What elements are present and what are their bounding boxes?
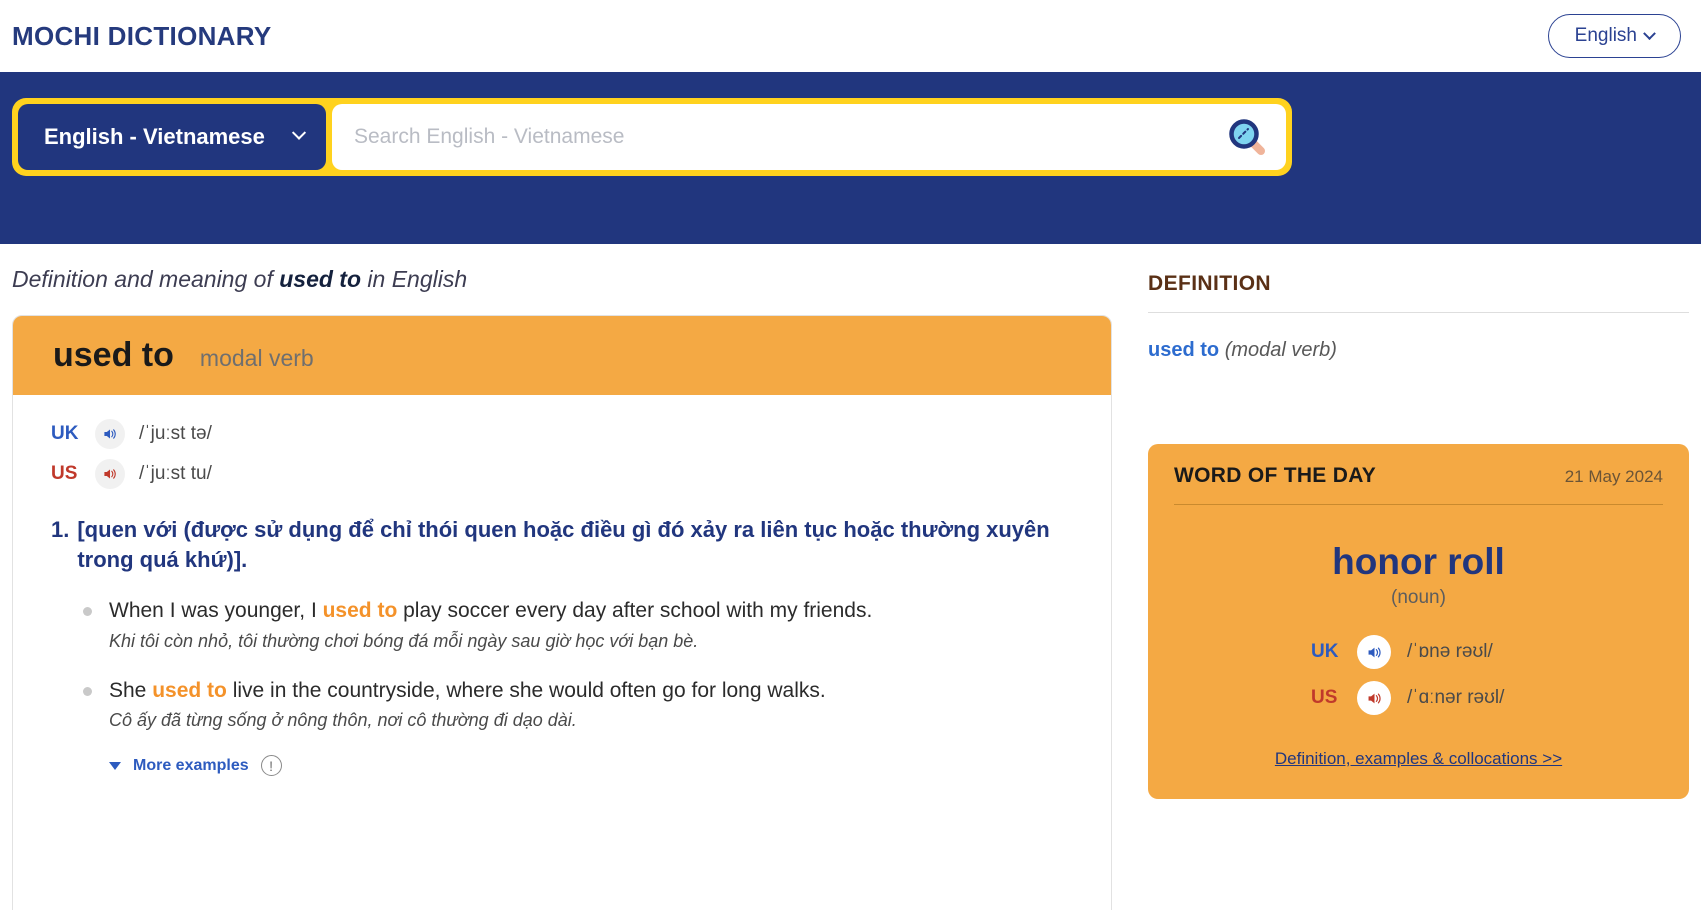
top-bar: MOCHI DICTIONARY English <box>0 0 1701 72</box>
word-entry-card: used to modal verb UK /ˈjuːst tə/ US /ˈj… <box>12 315 1112 910</box>
dictionary-pair-label: English - Vietnamese <box>44 124 265 149</box>
triangle-down-icon <box>109 761 121 770</box>
search-icon[interactable] <box>1226 116 1268 158</box>
pronunciation-region-us: US <box>1311 687 1338 708</box>
subtitle-suffix: in English <box>361 266 468 292</box>
word-entry-body: UK /ˈjuːst tə/ US /ˈjuːst tu/ 1. [quen v… <box>13 395 1111 800</box>
pronunciation-row-uk: UK /ˈɒnə rəʊl/ <box>1311 635 1526 669</box>
page-subtitle: Definition and meaning of used to in Eng… <box>12 266 1112 293</box>
main-content: Definition and meaning of used to in Eng… <box>0 244 1701 910</box>
entry-part-of-speech: modal verb <box>199 345 314 371</box>
example-item: She used to live in the countryside, whe… <box>83 676 1073 731</box>
pronunciation-row-us: US /ˈjuːst tu/ <box>51 459 1073 489</box>
subtitle-word: used to <box>279 266 362 292</box>
example-sentence-en: When I was younger, I used to play socce… <box>109 596 1073 625</box>
example-text: When I was younger, I <box>109 599 323 623</box>
example-sentence-vi: Khi tôi còn nhỏ, tôi thường chơi bóng đá… <box>109 630 699 651</box>
word-of-the-day-header: WORD OF THE DAY 21 May 2024 <box>1174 464 1663 505</box>
pronunciation-row-us: US /ˈɑːnər rəʊl/ <box>1311 681 1526 715</box>
word-of-the-day-title: WORD OF THE DAY <box>1174 464 1377 487</box>
subtitle-prefix: Definition and meaning of <box>12 266 280 292</box>
word-entry-header: used to modal verb <box>13 316 1111 395</box>
divider <box>1148 312 1689 313</box>
definition-entry-link[interactable]: used to (modal verb) <box>1148 339 1689 362</box>
dictionary-pair-dropdown[interactable]: English - Vietnamese <box>18 104 326 170</box>
pronunciation-row-uk: UK /ˈjuːst tə/ <box>51 419 1073 449</box>
word-of-the-day-pronunciations: UK /ˈɒnə rəʊl/ US /ˈɑːnər rəʊl/ <box>1311 635 1526 715</box>
pronunciation-ipa-uk: /ˈjuːst tə/ <box>139 423 212 444</box>
pronunciation-ipa-uk: /ˈɒnə rəʊl/ <box>1407 641 1493 662</box>
pronunciation-region-us: US <box>51 463 78 484</box>
example-sentence-vi: Cô ấy đã từng sống ở nông thôn, nơi cô t… <box>109 710 577 731</box>
word-of-the-day-date: 21 May 2024 <box>1564 467 1663 486</box>
chevron-down-icon <box>1643 26 1656 40</box>
interface-language-label: English <box>1574 25 1637 46</box>
word-of-the-day-card: WORD OF THE DAY 21 May 2024 honor roll (… <box>1148 444 1689 799</box>
chevron-down-icon <box>291 125 307 140</box>
speaker-icon[interactable] <box>95 459 125 489</box>
more-examples-label: More examples <box>133 756 249 774</box>
example-text: She <box>109 678 153 702</box>
word-of-the-day-link[interactable]: Definition, examples & collocations >> <box>1174 749 1663 769</box>
example-sentence-en: She used to live in the countryside, whe… <box>109 676 1073 705</box>
speaker-icon[interactable] <box>95 419 125 449</box>
examples-list: When I was younger, I used to play socce… <box>51 596 1073 731</box>
example-highlight: used to <box>152 678 227 702</box>
left-column: Definition and meaning of used to in Eng… <box>12 266 1112 910</box>
more-examples-toggle[interactable]: More examples ! <box>51 755 1073 777</box>
search-input[interactable] <box>354 125 1226 149</box>
site-logo: MOCHI DICTIONARY <box>12 20 272 51</box>
search-band: English - Vietnamese <box>0 72 1701 244</box>
example-text: play soccer every day after school with … <box>397 599 873 623</box>
right-column: DEFINITION used to (modal verb) WORD OF … <box>1148 266 1689 910</box>
pronunciation-ipa-us: /ˈjuːst tu/ <box>139 463 212 484</box>
definition-part-of-speech: (modal verb) <box>1224 339 1337 361</box>
pronunciation-region-uk: UK <box>51 423 79 444</box>
search-wrapper: English - Vietnamese <box>12 98 1292 176</box>
definition-section-title: DEFINITION <box>1148 272 1271 295</box>
interface-language-dropdown[interactable]: English <box>1547 14 1681 58</box>
word-of-the-day-word[interactable]: honor roll <box>1174 541 1663 583</box>
definition-word: used to <box>1148 339 1220 361</box>
pronunciation-ipa-us: /ˈɑːnər rəʊl/ <box>1407 687 1505 708</box>
speaker-icon[interactable] <box>1357 681 1391 715</box>
search-box[interactable] <box>332 104 1286 170</box>
example-highlight: used to <box>322 599 398 623</box>
example-item: When I was younger, I used to play socce… <box>83 596 1073 651</box>
info-icon[interactable]: ! <box>260 755 282 777</box>
sense-number: 1. <box>51 517 70 542</box>
sense-definition: 1. [quen với (được sử dụng để chỉ thói q… <box>51 515 1073 574</box>
sense-text: [quen với (được sử dụng để chỉ thói quen… <box>77 517 1050 572</box>
pronunciation-region-uk: UK <box>1311 641 1339 662</box>
word-of-the-day-part-of-speech: (noun) <box>1391 587 1446 608</box>
entry-word: used to <box>53 336 174 374</box>
speaker-icon[interactable] <box>1357 635 1391 669</box>
example-text: live in the countryside, where she would… <box>226 678 826 702</box>
